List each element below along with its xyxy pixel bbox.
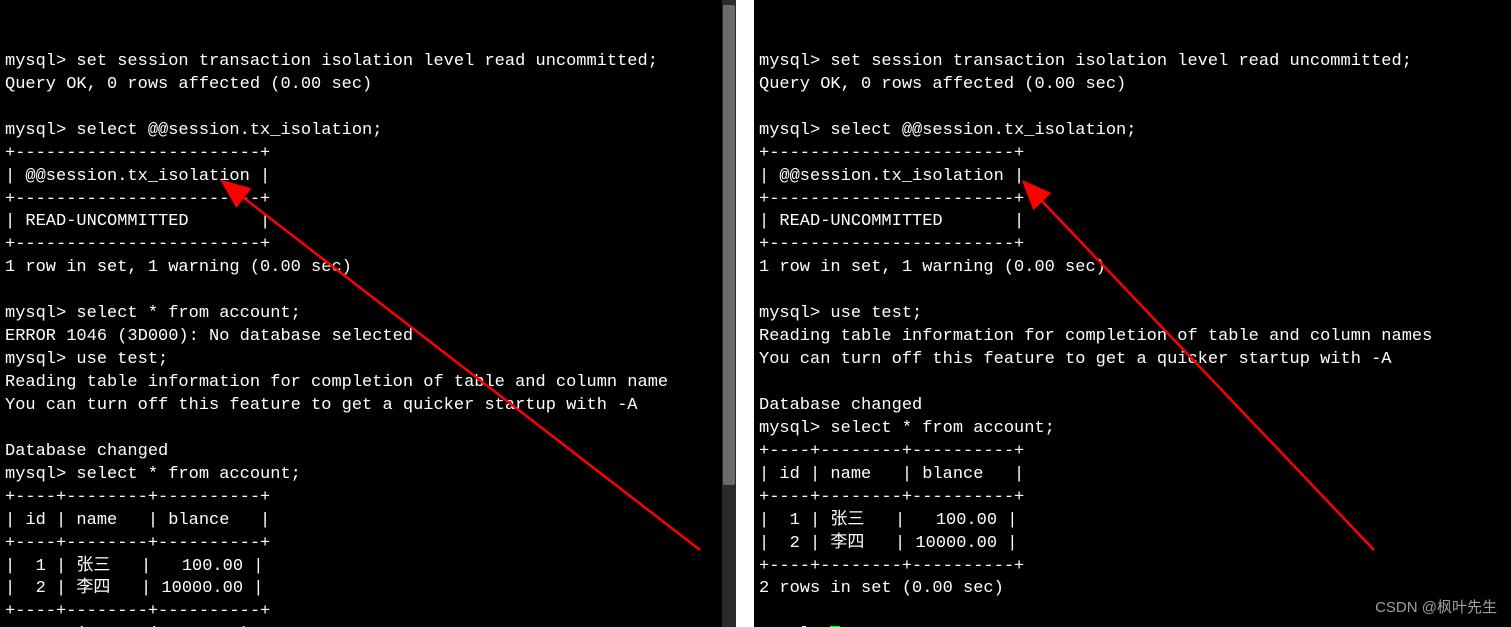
watermark-text: CSDN @枫叶先生 xyxy=(1375,596,1497,617)
pane-divider xyxy=(736,0,754,627)
terminal-output-left: mysql> set session transaction isolation… xyxy=(5,51,731,627)
scrollbar-left[interactable] xyxy=(722,0,736,627)
right-terminal[interactable]: mysql> set session transaction isolation… xyxy=(754,0,1511,627)
terminal-output-right: mysql> set session transaction isolation… xyxy=(759,51,1506,627)
left-terminal[interactable]: mysql> set session transaction isolation… xyxy=(0,0,736,627)
scrollbar-thumb-left[interactable] xyxy=(723,5,735,485)
